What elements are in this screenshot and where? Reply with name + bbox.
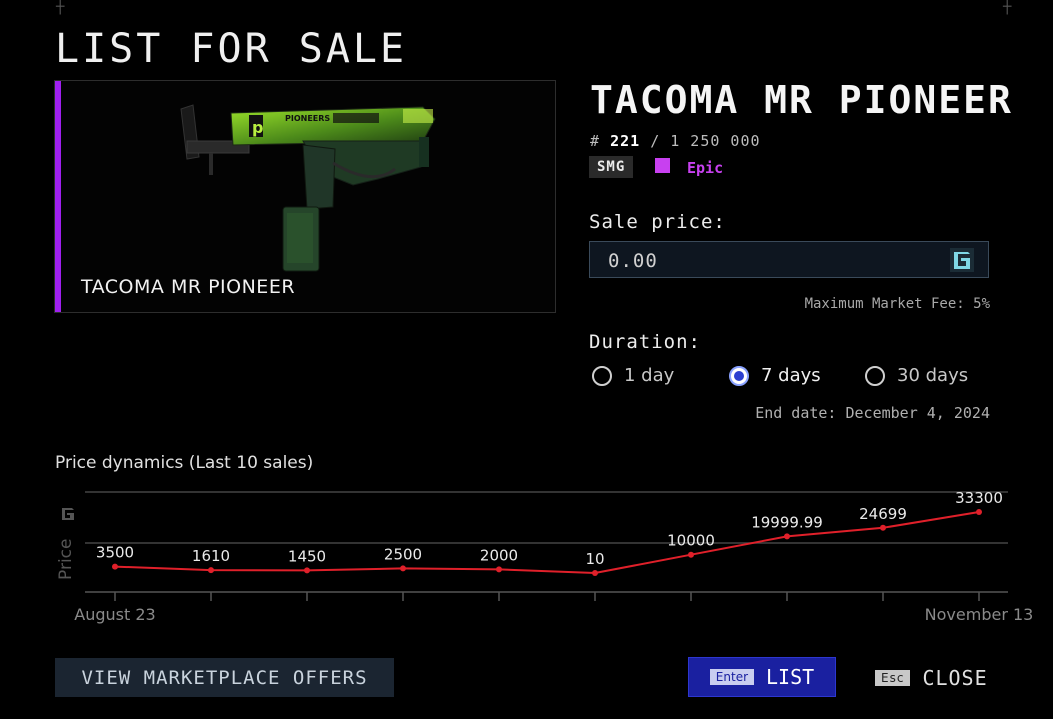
data-label: 2000 — [480, 546, 518, 564]
data-point — [784, 533, 790, 540]
svg-text:p: p — [252, 118, 263, 137]
market-fee-note: Maximum Market Fee: 5% — [804, 296, 990, 312]
x-axis-end-label: November 13 — [925, 605, 1034, 624]
data-label: 33300 — [955, 489, 1003, 507]
price-chart: 3500 1610 1450 2500 2000 10 10000 19999.99 24699… — [56, 489, 1034, 624]
data-label: 19999.99 — [751, 513, 823, 531]
esc-key-hint: Esc — [875, 670, 911, 686]
rarity-color-icon — [655, 158, 670, 173]
data-label: 3500 — [96, 544, 134, 562]
radio-icon[interactable] — [592, 365, 612, 386]
rarity-label: Epic — [687, 159, 724, 177]
sale-price-label: Sale price: — [589, 211, 726, 233]
serial-value: 221 — [610, 132, 641, 150]
list-button[interactable]: Enter LIST — [688, 657, 836, 697]
data-label: 10000 — [667, 532, 715, 550]
duration-option-30-days[interactable]: 30 days — [865, 365, 968, 386]
data-point — [208, 567, 214, 574]
radio-selected-icon[interactable] — [729, 365, 749, 386]
corner-mark: ┼ — [56, 0, 65, 15]
close-button[interactable]: Esc CLOSE — [875, 660, 988, 696]
data-point — [976, 509, 982, 515]
serial-prefix: # — [590, 132, 601, 150]
sale-price-input[interactable]: 0.00 — [589, 241, 989, 278]
data-point — [592, 570, 598, 576]
x-axis-start-label: August 23 — [74, 605, 155, 624]
data-point — [400, 565, 406, 572]
enter-key-hint: Enter — [709, 669, 755, 685]
weapon-image: p PIONEERS — [180, 104, 436, 272]
item-preview-card: p PIONEERS TACOMA MR PIONEER — [54, 80, 556, 313]
data-point — [304, 567, 310, 574]
serial-number: # 221 / 1 250 000 — [590, 132, 761, 150]
serial-total: / 1 250 000 — [650, 132, 761, 150]
duration-option-7-days[interactable]: 7 days — [729, 365, 821, 386]
data-point — [688, 551, 694, 558]
list-button-label: LIST — [766, 665, 815, 689]
close-button-label: CLOSE — [922, 666, 988, 690]
sale-price-value[interactable]: 0.00 — [608, 250, 658, 272]
dialog-title: LIST FOR SALE — [55, 26, 408, 72]
data-label: 1450 — [288, 547, 326, 565]
item-name: TACOMA MR PIONEER — [590, 78, 1013, 122]
data-label: 24699 — [859, 505, 907, 523]
corner-mark: ┼ — [1003, 0, 1012, 15]
weapon-decal-text: PIONEERS — [285, 114, 330, 123]
duration-option-label: 1 day — [624, 365, 675, 386]
item-card-name: TACOMA MR PIONEER — [81, 276, 296, 298]
duration-option-label: 7 days — [761, 365, 821, 386]
currency-icon — [60, 506, 76, 522]
y-axis-label: Price — [56, 539, 76, 580]
radio-icon[interactable] — [865, 365, 885, 386]
duration-label: Duration: — [589, 331, 701, 353]
data-point — [880, 524, 886, 531]
end-date: End date: December 4, 2024 — [755, 404, 990, 422]
data-point — [112, 563, 118, 570]
duration-option-1-day[interactable]: 1 day — [592, 365, 674, 386]
data-label: 10 — [585, 550, 604, 568]
duration-option-label: 30 days — [897, 365, 969, 386]
rarity-accent-bar — [55, 81, 61, 312]
data-label: 2500 — [384, 545, 422, 563]
data-label: 1610 — [192, 547, 230, 565]
view-marketplace-offers-button[interactable]: VIEW MARKETPLACE OFFERS — [55, 658, 394, 697]
data-point — [496, 566, 502, 573]
item-type-badge: SMG — [589, 156, 634, 178]
gala-currency-icon — [950, 248, 974, 272]
